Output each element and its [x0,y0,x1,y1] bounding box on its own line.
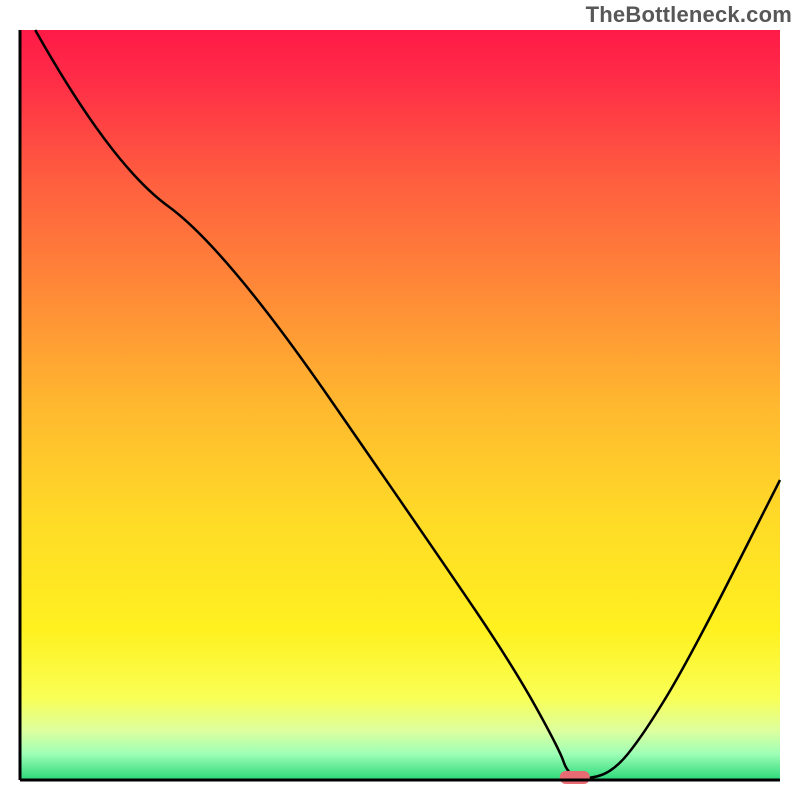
heatmap-gradient [20,30,780,780]
optimal-marker [560,771,590,784]
watermark-text: TheBottleneck.com [586,2,792,28]
bottleneck-chart [0,0,800,800]
chart-canvas: TheBottleneck.com [0,0,800,800]
